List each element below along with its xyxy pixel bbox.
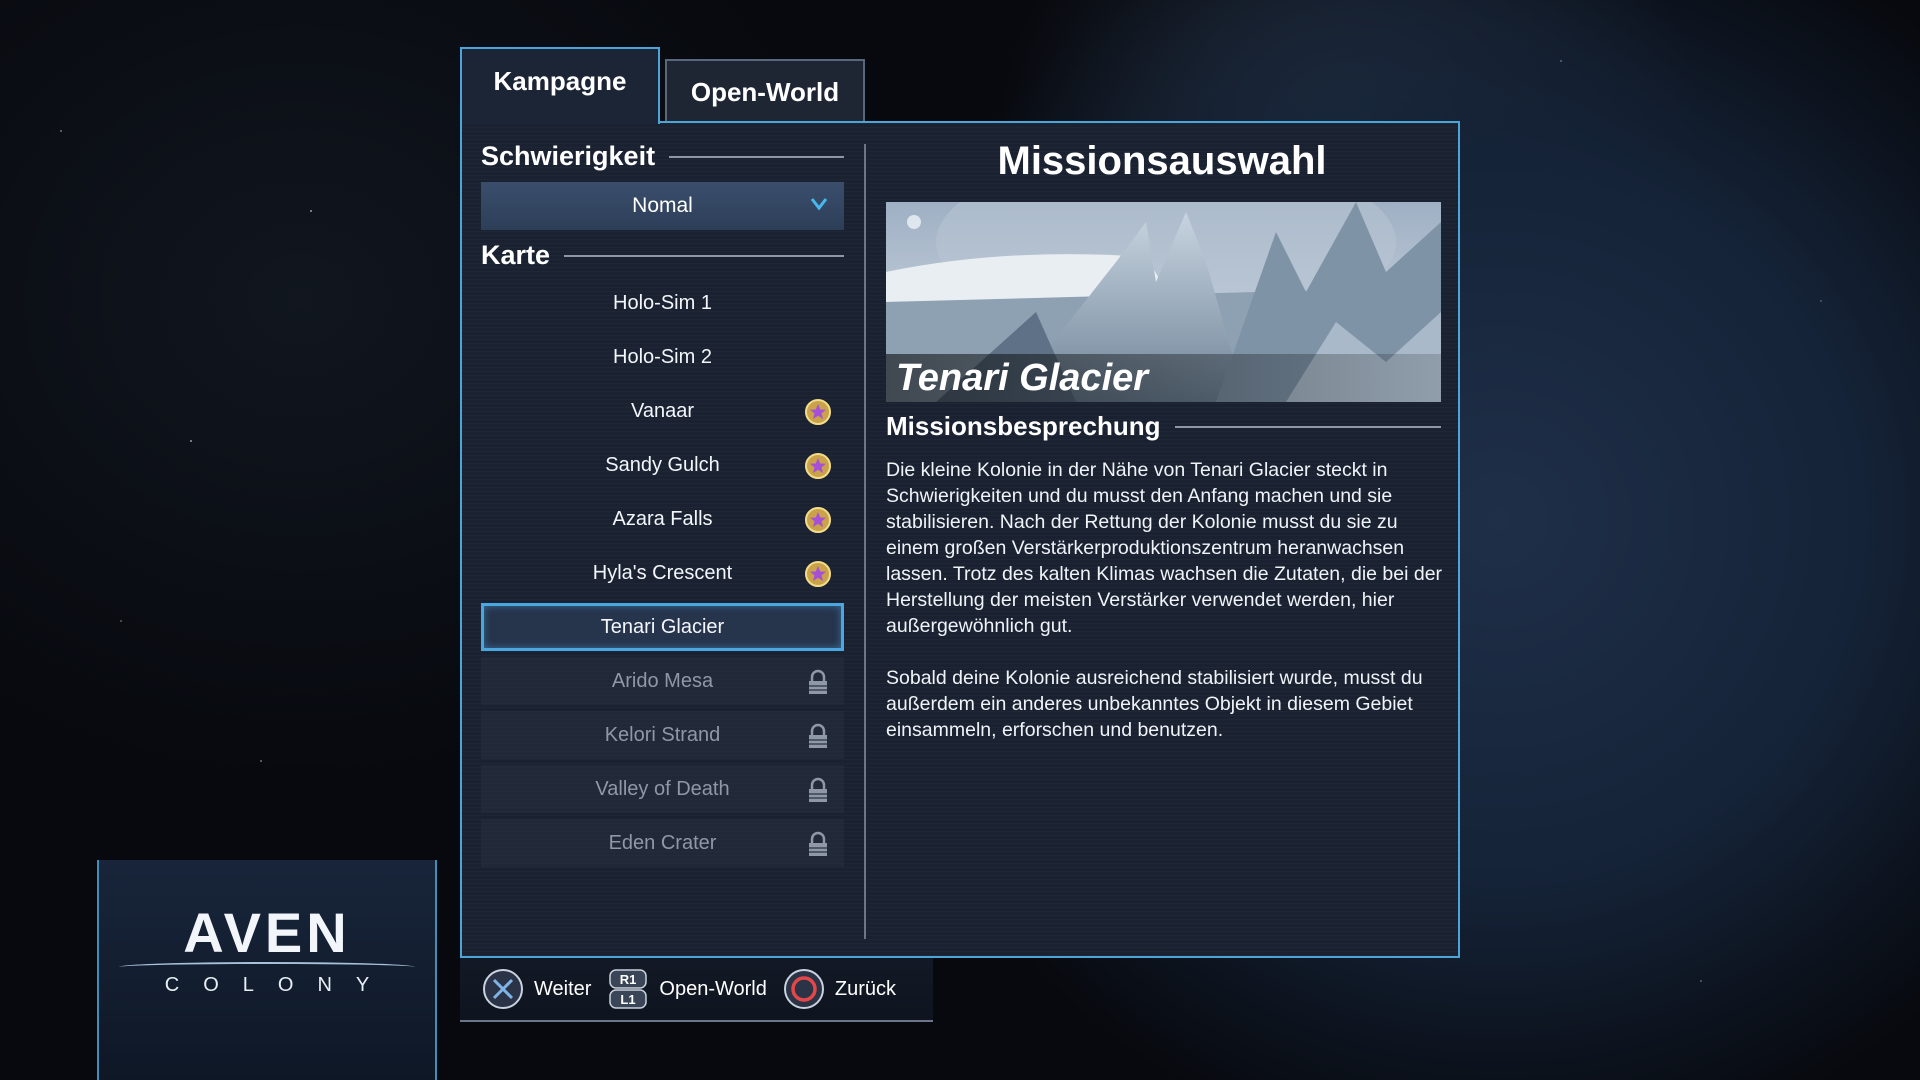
tab-kampagne-label: Kampagne <box>493 66 627 96</box>
tab-open-world[interactable]: Open-World <box>665 59 865 123</box>
lock-icon <box>809 777 827 802</box>
lock-icon <box>809 723 827 748</box>
difficulty-dropdown[interactable]: Nomal <box>481 182 844 230</box>
panel-divider <box>864 144 866 939</box>
tab-open-world-label: Open-World <box>690 76 840 107</box>
map-item-label: Eden Crater <box>608 831 717 854</box>
continue-label: Weiter <box>534 977 592 1000</box>
heading-rule <box>669 155 844 158</box>
map-item-label: Hyla's Crescent <box>592 561 733 584</box>
map-item-arido-mesa[interactable]: Arido Mesa <box>481 657 844 705</box>
difficulty-value: Nomal <box>632 194 693 217</box>
star-medal-icon <box>805 561 831 587</box>
map-item-label: Arido Mesa <box>611 669 714 692</box>
briefing-text: Die kleine Kolonie in der Nähe von Tenar… <box>886 457 1446 769</box>
map-item-label: Sandy Gulch <box>605 453 720 476</box>
chevron-down-icon <box>810 194 828 217</box>
map-item-valley-of-death[interactable]: Valley of Death <box>481 765 844 813</box>
mission-image-caption: Tenari Glacier <box>886 354 1441 402</box>
map-item-vanaar[interactable]: Vanaar <box>481 387 844 435</box>
tab-kampagne[interactable]: Kampagne <box>460 47 660 124</box>
mission-preview-image: Tenari Glacier <box>886 202 1441 402</box>
game-logo: AVEN COLONY <box>97 860 437 1080</box>
circle-button-icon <box>783 969 824 1009</box>
heading-rule <box>1174 425 1441 428</box>
back-label: Zurück <box>834 977 896 1000</box>
map-heading: Karte <box>481 240 844 271</box>
open-world-label: Open-World <box>659 977 767 1000</box>
map-item-sandy-gulch[interactable]: Sandy Gulch <box>481 441 844 489</box>
back-hint[interactable]: Zurück <box>783 968 896 1010</box>
mission-title: Missionsauswahl <box>997 139 1327 183</box>
svg-text:L1: L1 <box>621 992 636 1007</box>
difficulty-heading: Schwierigkeit <box>481 141 844 172</box>
map-item-hylas-crescent[interactable]: Hyla's Crescent <box>481 549 844 597</box>
briefing-paragraph: Die kleine Kolonie in der Nähe von Tenar… <box>886 459 1443 637</box>
map-item-label: Valley of Death <box>595 777 730 800</box>
map-item-holo-sim-1[interactable]: Holo-Sim 1 <box>481 279 844 327</box>
lock-icon <box>809 831 827 856</box>
star-medal-icon <box>805 453 831 479</box>
heading-rule <box>564 254 844 257</box>
open-world-hint[interactable]: R1 L1 Open-World <box>607 968 767 1010</box>
r1-l1-button-icon: R1 L1 <box>609 969 648 1009</box>
map-item-label: Holo-Sim 1 <box>613 291 712 314</box>
map-item-eden-crater[interactable]: Eden Crater <box>481 819 844 867</box>
map-label: Karte <box>481 240 551 270</box>
map-item-label: Tenari Glacier <box>600 615 725 638</box>
logo-swoosh <box>119 962 415 972</box>
briefing-paragraph: Sobald deine Kolonie ausreichend stabili… <box>886 667 1423 741</box>
map-item-kelori-strand[interactable]: Kelori Strand <box>481 711 844 759</box>
map-item-holo-sim-2[interactable]: Holo-Sim 2 <box>481 333 844 381</box>
star-medal-icon <box>805 507 831 533</box>
star-medal-icon <box>805 399 831 425</box>
mission-select-panel: Schwierigkeit Nomal Karte Holo-Sim 1 Hol… <box>460 121 1460 958</box>
controls-bar: Weiter R1 L1 Open-World Zurück <box>460 958 933 1022</box>
svg-text:R1: R1 <box>620 972 637 987</box>
cross-button-icon <box>483 969 523 1009</box>
lock-icon <box>809 669 827 694</box>
map-item-label: Vanaar <box>630 399 694 422</box>
map-item-tenari-glacier[interactable]: Tenari Glacier <box>481 603 844 651</box>
continue-hint[interactable]: Weiter <box>482 968 591 1010</box>
briefing-heading: Missionsbesprechung <box>886 411 1441 442</box>
difficulty-label: Schwierigkeit <box>481 141 656 171</box>
map-item-label: Azara Falls <box>612 507 713 530</box>
map-item-label: Kelori Strand <box>604 723 721 746</box>
briefing-label: Missionsbesprechung <box>886 411 1161 441</box>
map-item-label: Holo-Sim 2 <box>613 345 712 368</box>
map-item-azara-falls[interactable]: Azara Falls <box>481 495 844 543</box>
logo-title: AVEN <box>183 901 351 964</box>
logo-subtitle: COLONY <box>164 974 394 996</box>
